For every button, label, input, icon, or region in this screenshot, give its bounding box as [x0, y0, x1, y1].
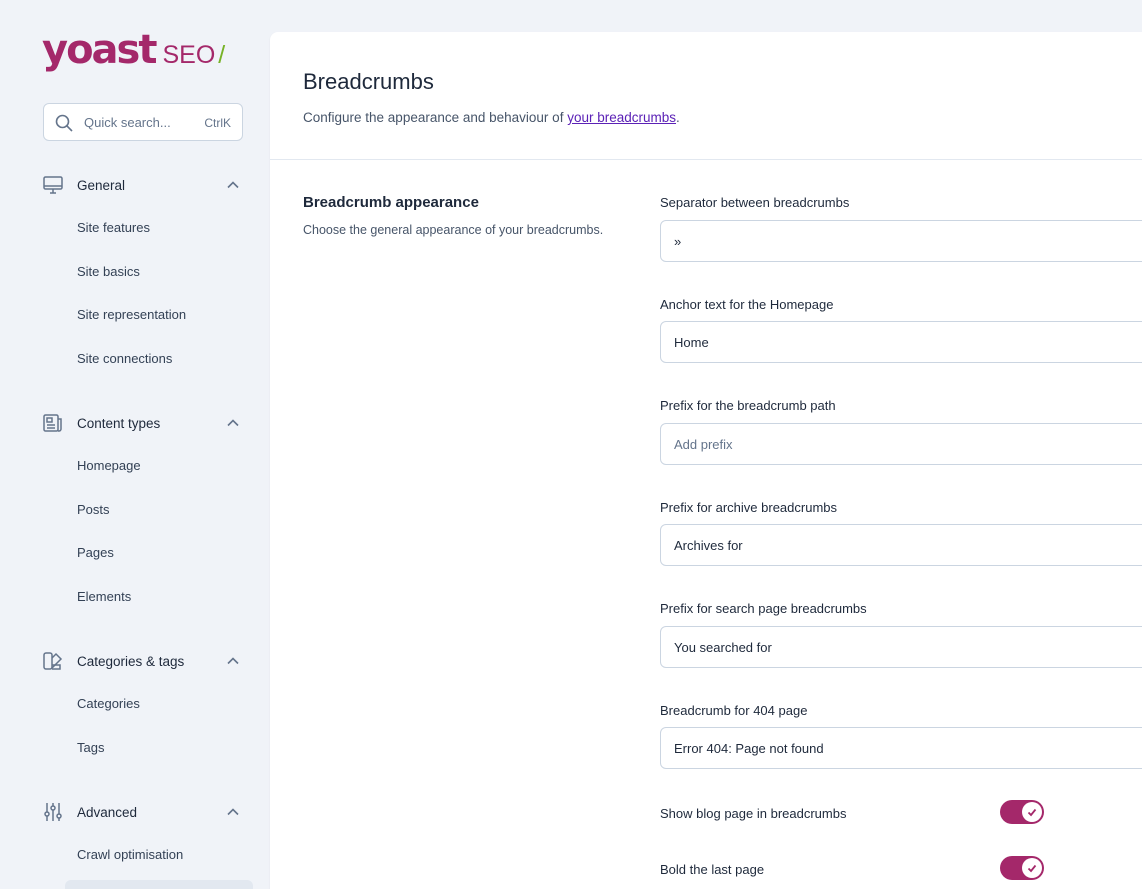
search-shortcut: CtrlK	[204, 116, 231, 130]
sidebar-item-pages[interactable]: Pages	[77, 545, 114, 560]
newspaper-icon	[43, 414, 62, 432]
sidebar-item-site-features[interactable]: Site features	[77, 220, 150, 235]
toggle-knob	[1022, 802, 1042, 822]
bold-last-page-label: Bold the last page	[660, 862, 765, 877]
check-icon	[1027, 864, 1037, 873]
page-description-end: .	[676, 110, 680, 125]
sidebar-group-advanced[interactable]: Advanced	[42, 800, 242, 824]
toggle-knob	[1022, 858, 1042, 878]
error-404-label: Breadcrumb for 404 page	[660, 703, 808, 718]
bold-last-page-toggle[interactable]	[1000, 856, 1044, 880]
sidebar-group-content-types[interactable]: Content types	[42, 411, 242, 435]
sidebar-group-label: General	[77, 177, 126, 193]
search-icon	[55, 114, 73, 132]
sidebar-group-general[interactable]: General	[42, 173, 242, 197]
section-title: Breadcrumb appearance	[303, 194, 479, 211]
sidebar-item-tags[interactable]: Tags	[77, 740, 104, 755]
separator-label: Separator between breadcrumbs	[660, 195, 850, 210]
sidebar-item-site-basics[interactable]: Site basics	[77, 264, 140, 279]
chevron-up-icon[interactable]	[226, 178, 240, 192]
sidebar-item-crawl-optimisation[interactable]: Crawl optimisation	[77, 847, 183, 862]
archive-prefix-input[interactable]	[660, 524, 1142, 566]
sidebar: yoast SEO / Quick search... CtrlK Genera…	[0, 0, 270, 889]
page-description: Configure the appearance and behaviour o…	[303, 110, 680, 125]
separator-input[interactable]	[660, 220, 1142, 262]
section-description: Choose the general appearance of your br…	[303, 223, 604, 237]
breadcrumb-prefix-input[interactable]	[660, 423, 1142, 465]
show-blog-page-label: Show blog page in breadcrumbs	[660, 806, 847, 821]
yoast-seo-logo[interactable]: yoast SEO /	[42, 30, 225, 76]
sidebar-item-site-representation[interactable]: Site representation	[77, 307, 186, 322]
sidebar-item-active[interactable]	[65, 880, 253, 889]
chevron-up-icon[interactable]	[226, 416, 240, 430]
logo-product: SEO	[162, 41, 216, 69]
homepage-anchor-input[interactable]	[660, 321, 1142, 363]
logo-slash: /	[218, 41, 226, 69]
show-blog-page-toggle[interactable]	[1000, 800, 1044, 824]
sidebar-item-categories[interactable]: Categories	[77, 696, 140, 711]
search-placeholder: Quick search...	[84, 115, 171, 130]
sidebar-item-homepage[interactable]: Homepage	[77, 458, 141, 473]
error-404-input[interactable]	[660, 727, 1142, 769]
sidebar-group-categories-tags[interactable]: Categories & tags	[42, 649, 242, 673]
settings-panel: Breadcrumbs Configure the appearance and…	[270, 32, 1142, 889]
sidebar-group-label: Advanced	[77, 804, 138, 820]
check-icon	[1027, 808, 1037, 817]
logo-wordmark: yoast	[42, 27, 157, 73]
page-title: Breadcrumbs	[303, 69, 434, 94]
page-description-text: Configure the appearance and behaviour o…	[303, 110, 568, 125]
breadcrumb-prefix-label: Prefix for the breadcrumb path	[660, 398, 836, 413]
search-prefix-input[interactable]	[660, 626, 1142, 668]
adjustments-icon	[44, 803, 62, 821]
sidebar-item-posts[interactable]: Posts	[77, 502, 110, 517]
header-divider	[270, 159, 1142, 160]
sidebar-group-label: Categories & tags	[77, 653, 185, 669]
chevron-up-icon[interactable]	[226, 805, 240, 819]
breadcrumbs-help-link[interactable]: your breadcrumbs	[567, 110, 676, 125]
monitor-icon	[43, 176, 63, 194]
chevron-up-icon[interactable]	[226, 654, 240, 668]
archive-prefix-label: Prefix for archive breadcrumbs	[660, 500, 838, 515]
sidebar-group-label: Content types	[77, 415, 161, 431]
homepage-anchor-label: Anchor text for the Homepage	[660, 297, 834, 312]
quick-search-button[interactable]: Quick search... CtrlK	[43, 103, 243, 141]
color-swatch-icon	[43, 652, 63, 670]
sidebar-item-site-connections[interactable]: Site connections	[77, 351, 172, 366]
search-prefix-label: Prefix for search page breadcrumbs	[660, 601, 867, 616]
sidebar-item-elements[interactable]: Elements	[77, 589, 131, 604]
